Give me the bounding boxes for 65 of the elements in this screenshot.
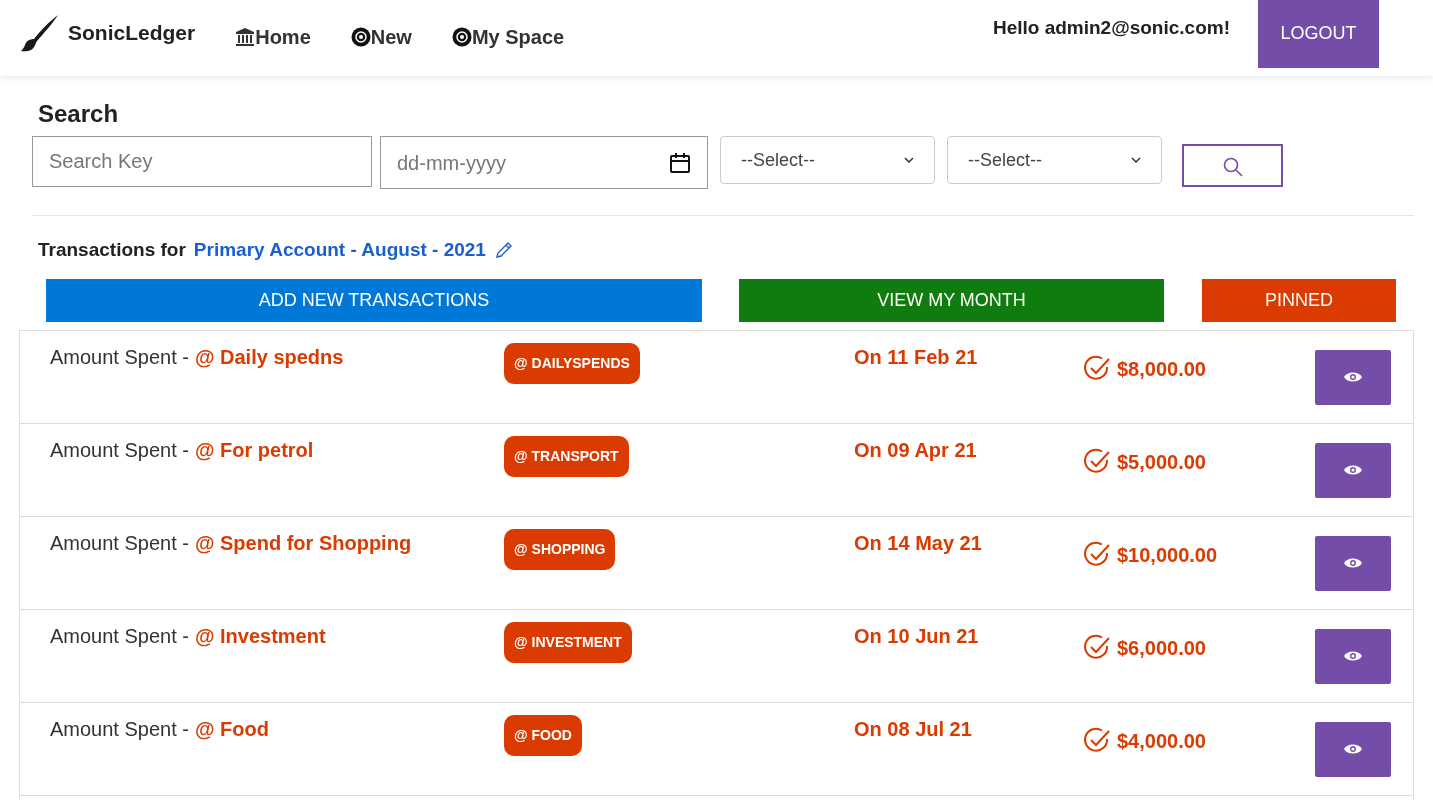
transaction-title: @ Food	[194, 716, 269, 742]
bank-icon	[235, 27, 256, 47]
transaction-title: @ Investment	[194, 623, 326, 649]
transaction-date: On 11 Feb 21	[854, 344, 979, 370]
transaction-title: @ Spend for Shopping	[194, 530, 412, 556]
brand-name: SonicLedger	[68, 20, 196, 47]
transaction-date: On 08 Jul 21	[854, 716, 973, 742]
disc-icon	[451, 27, 472, 47]
eye-icon	[1343, 370, 1363, 384]
view-button[interactable]	[1315, 535, 1391, 591]
check-circle-icon	[1083, 447, 1111, 476]
row-label: Amount Spent -	[50, 716, 189, 742]
select-dropdown[interactable]: --Select--	[947, 136, 1162, 184]
check-circle-icon	[1083, 354, 1111, 383]
view-button[interactable]	[1315, 628, 1391, 684]
category-tag: @ INVESTMENT	[504, 621, 632, 663]
action-button[interactable]: PINNED	[1202, 278, 1396, 322]
nav-link[interactable]: My Space	[451, 22, 565, 52]
search-button[interactable]	[1182, 144, 1283, 187]
transaction-amount: $8,000.00	[1117, 356, 1206, 382]
search-key-field[interactable]: Search Key	[32, 136, 372, 187]
action-button[interactable]: ADD NEW TRANSACTIONS	[46, 278, 702, 322]
action-button[interactable]: VIEW MY MONTH	[739, 278, 1164, 322]
eye-icon	[1343, 556, 1363, 570]
eye-icon	[1343, 742, 1363, 756]
greeting-text: Hello admin2@sonic.com!	[992, 16, 1230, 40]
category-tag: @ DAILYSPENDS	[504, 342, 640, 384]
account-name: Primary Account - August - 2021	[193, 238, 486, 262]
view-button[interactable]	[1315, 442, 1391, 498]
check-circle-icon	[1083, 633, 1111, 662]
nav-link[interactable]: Home	[235, 22, 311, 52]
select-dropdown[interactable]: --Select--	[720, 136, 935, 184]
eye-icon	[1343, 463, 1363, 477]
eye-icon	[1343, 649, 1363, 663]
transaction-date: On 10 Jun 21	[854, 623, 980, 649]
category-tag: @ TRANSPORT	[504, 435, 629, 477]
disc-icon	[350, 27, 371, 47]
category-tag: @ SHOPPING	[504, 528, 616, 570]
transactions-heading: Transactions for	[38, 238, 186, 262]
transaction-amount: $5,000.00	[1117, 449, 1206, 475]
row-label: Amount Spent -	[50, 344, 189, 370]
date-field[interactable]: dd-mm-yyyy	[380, 136, 708, 189]
row-label: Amount Spent -	[50, 623, 189, 649]
chevron-icon	[1131, 157, 1141, 163]
view-button[interactable]	[1315, 349, 1391, 405]
view-button[interactable]	[1315, 721, 1391, 777]
nav-link[interactable]: New	[350, 22, 412, 52]
transaction-date: On 09 Apr 21	[854, 437, 978, 463]
check-circle-icon	[1083, 540, 1111, 569]
transaction-title: @ For petrol	[194, 437, 314, 463]
row-label: Amount Spent -	[50, 530, 189, 556]
calendar-icon	[669, 151, 691, 174]
category-tag: @ FOOD	[504, 714, 582, 756]
brush-icon	[20, 13, 60, 53]
chevron-icon	[904, 157, 914, 163]
search-title: Search	[38, 99, 120, 129]
transaction-amount: $4,000.00	[1117, 728, 1206, 754]
check-circle-icon	[1083, 726, 1111, 755]
transaction-amount: $6,000.00	[1117, 635, 1206, 661]
transaction-title: @ Daily spedns	[194, 344, 344, 370]
transaction-amount: $10,000.00	[1117, 542, 1218, 568]
row-label: Amount Spent -	[50, 437, 189, 463]
pencil-icon	[493, 240, 514, 261]
logout-button[interactable]: LOGOUT	[1258, 0, 1379, 68]
transaction-date: On 14 May 21	[854, 530, 983, 556]
